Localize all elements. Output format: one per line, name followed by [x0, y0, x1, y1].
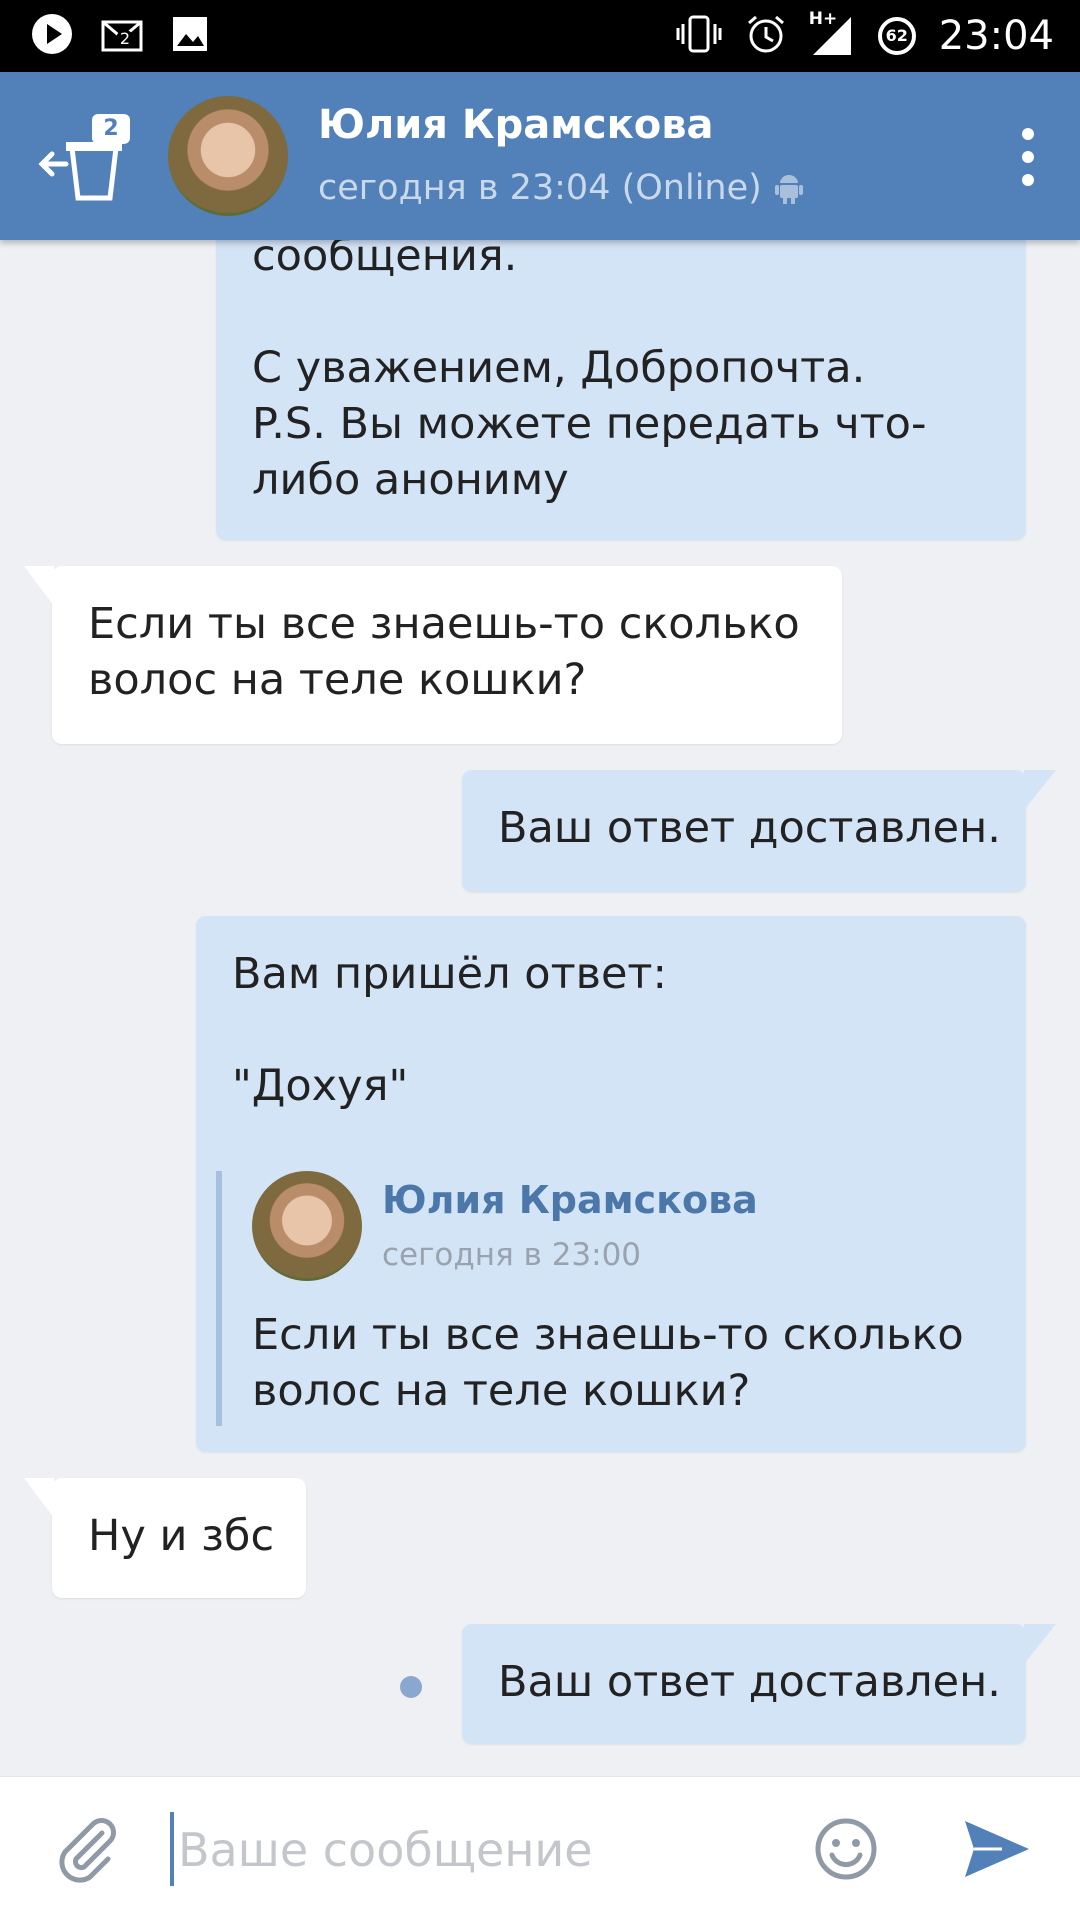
message-text: Ваш ответ доставлен.: [498, 1657, 1001, 1707]
message-text: Если ты все знаешь-то сколько волос на т…: [88, 599, 800, 705]
message-outgoing[interactable]: Ваш ответ доставлен.: [462, 770, 1056, 892]
emoji-button[interactable]: [812, 1815, 880, 1883]
last-seen: сегодня в 23:04 (Online): [318, 168, 804, 208]
network-type: H+: [808, 9, 838, 29]
bubble-tail: [24, 566, 54, 606]
battery-icon: 62: [877, 16, 917, 56]
forwarded-message[interactable]: Юлия Крамскова сегодня в 23:00 Если ты в…: [216, 1171, 1002, 1426]
message-text: Ну и збс: [88, 1511, 275, 1561]
contact-name[interactable]: Юлия Крамскова: [318, 102, 714, 148]
conversation-header: 2 Юлия Крамскова сегодня в 23:04 (Online…: [0, 72, 1080, 240]
attach-button[interactable]: [52, 1815, 122, 1885]
unread-badge: 2: [92, 114, 130, 144]
signal-icon: H+: [809, 9, 855, 57]
message-outgoing[interactable]: Вам пришёл ответ: "Дохуя" Юлия Крамскова…: [196, 916, 1026, 1452]
attach-icon: [59, 1818, 116, 1883]
avatar[interactable]: [168, 96, 288, 216]
unread-indicator: [400, 1676, 422, 1698]
message-incoming[interactable]: Если ты все знаешь-то сколько волос на т…: [24, 566, 842, 744]
battery-level: 62: [885, 26, 908, 45]
last-seen-text: сегодня в 23:04 (Online): [318, 168, 762, 208]
image-icon: [170, 14, 210, 58]
more-icon: [1022, 128, 1034, 186]
message-outgoing[interactable]: Ваш ответ доставлен.: [462, 1624, 1056, 1744]
message-text: сообщения. С уважением, Добропочта. P.S.…: [252, 231, 927, 505]
back-button[interactable]: 2: [36, 114, 132, 202]
send-icon: [965, 1821, 1029, 1877]
forwarded-text: Если ты все знаешь-то сколько волос на т…: [252, 1310, 964, 1416]
android-icon: [774, 175, 803, 204]
emoji-icon: [815, 1818, 877, 1880]
message-incoming[interactable]: Ну и збс: [24, 1478, 306, 1598]
bubble-tail: [24, 1478, 54, 1518]
mail-count: 2: [116, 30, 134, 48]
send-button[interactable]: [962, 1817, 1032, 1881]
message-composer: [0, 1776, 1080, 1921]
bubble-tail: [1024, 770, 1056, 810]
play-icon: [30, 12, 74, 60]
avatar: [252, 1171, 362, 1281]
text-cursor: [170, 1812, 174, 1886]
message-text: Вам пришёл ответ: "Дохуя": [232, 949, 667, 1111]
forwarded-author: Юлия Крамскова: [382, 1178, 758, 1222]
alarm-icon: [745, 13, 787, 59]
vibrate-icon: [675, 14, 723, 58]
bubble-tail: [1024, 1624, 1056, 1664]
more-button[interactable]: [1018, 122, 1038, 192]
forwarded-time: сегодня в 23:00: [382, 1237, 642, 1273]
clock: 23:04: [938, 13, 1054, 59]
message-text: Ваш ответ доставлен.: [498, 803, 1001, 853]
mail-icon: 2: [100, 14, 144, 58]
status-bar: 2 H+ 62 23:04: [0, 0, 1080, 72]
message-input[interactable]: [176, 1809, 780, 1891]
